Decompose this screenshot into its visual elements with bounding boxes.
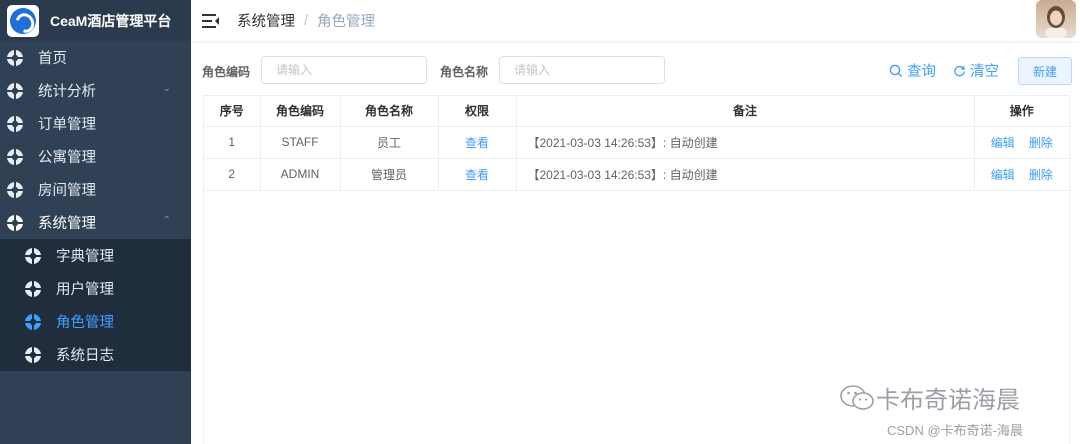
avatar[interactable] (1036, 0, 1076, 38)
sidebar-item-label: 统计分析 (38, 84, 96, 100)
menu-icon (6, 49, 24, 66)
breadcrumb-item[interactable]: 系统管理 (237, 10, 295, 31)
sidebar-item-stats[interactable]: 统计分析 ⌄ (0, 74, 191, 107)
cell-code: ADMIN (260, 158, 341, 191)
menu-icon (24, 280, 42, 297)
sidebar-item-label: 首页 (38, 51, 67, 67)
sidebar: CeaM酒店管理平台 首页 统计分析 ⌄ 订单管理 公寓管理 房间管理 系统管理… (0, 0, 191, 444)
menu-icon (24, 313, 42, 330)
sidebar-item-users[interactable]: 用户管理 (0, 272, 191, 305)
watermark-credit: CSDN @卡布奇诺-海晨 (887, 423, 1023, 438)
cell-permission: 查看 (438, 126, 517, 159)
wechat-icon (840, 384, 874, 410)
brand-title: CeaM酒店管理平台 (50, 12, 172, 29)
cell-note: 【2021-03-03 14:26:53】: 自动创建 (516, 158, 975, 191)
menu-icon (6, 82, 24, 99)
top-navbar: 系统管理 / 角色管理 (191, 0, 1080, 41)
clear-button[interactable]: 清空 (953, 60, 999, 81)
view-permission-link[interactable]: 查看 (465, 168, 489, 182)
cell-index: 1 (204, 126, 261, 159)
sidebar-item-apartments[interactable]: 公寓管理 (0, 140, 191, 173)
sidebar-item-label: 公寓管理 (38, 150, 96, 166)
role-name-input[interactable] (499, 56, 665, 84)
cell-code: STAFF (260, 126, 341, 159)
query-label: 查询 (907, 64, 936, 80)
column-header: 操作 (974, 96, 1069, 127)
sidebar-item-label: 角色管理 (56, 315, 114, 331)
brand-logo (7, 4, 39, 37)
cell-permission: 查看 (438, 158, 517, 191)
menu-icon (6, 181, 24, 198)
submenu-system: 字典管理 用户管理 角色管理 系统日志 (0, 239, 191, 371)
sidebar-item-label: 字典管理 (56, 249, 114, 265)
brand: CeaM酒店管理平台 (0, 0, 191, 41)
cell-name: 员工 (340, 126, 439, 159)
menu-icon (24, 247, 42, 264)
table-header-row: 序号 角色编码 角色名称 权限 备注 操作 (204, 96, 1069, 127)
column-header: 角色名称 (340, 96, 439, 127)
edit-link[interactable]: 编辑 (991, 136, 1015, 150)
column-header: 角色编码 (260, 96, 341, 127)
menu-icon (6, 115, 24, 132)
breadcrumb: 系统管理 / 角色管理 (237, 10, 375, 31)
sidebar-item-roles[interactable]: 角色管理 (0, 305, 191, 338)
sidebar-item-label: 订单管理 (38, 117, 96, 133)
sidebar-item-dictionary[interactable]: 字典管理 (0, 239, 191, 272)
role-code-label: 角色编码 (202, 65, 251, 79)
cell-index: 2 (204, 158, 261, 191)
column-header: 序号 (204, 96, 261, 127)
sidebar-item-label: 系统日志 (56, 348, 114, 364)
breadcrumb-item-current: 角色管理 (317, 14, 376, 30)
sidebar-item-orders[interactable]: 订单管理 (0, 107, 191, 140)
cell-note: 【2021-03-03 14:26:53】: 自动创建 (516, 126, 975, 159)
sidebar-item-syslog[interactable]: 系统日志 (0, 338, 191, 371)
cell-actions: 编辑 删除 (974, 126, 1069, 159)
sidebar-item-label: 系统管理 (38, 216, 96, 232)
cell-actions: 编辑 删除 (974, 158, 1069, 191)
menu-icon (6, 214, 24, 231)
table-row: 2 ADMIN 管理员 查看 【2021-03-03 14:26:53】: 自动… (204, 158, 1069, 191)
query-button[interactable]: 查询 (889, 60, 936, 81)
menu-icon (24, 346, 42, 363)
sidebar-item-label: 房间管理 (38, 183, 96, 199)
role-code-input[interactable] (261, 56, 427, 84)
watermark-text: 卡布奇诺海晨 (876, 387, 1020, 414)
chevron-up-icon: ⌃ (162, 215, 171, 226)
menu-icon (6, 148, 24, 165)
table-row: 1 STAFF 员工 查看 【2021-03-03 14:26:53】: 自动创… (204, 126, 1069, 159)
sidebar-item-label: 用户管理 (56, 282, 114, 298)
search-form: 角色编码 角色名称 查询 清空 新建 (191, 50, 1080, 90)
search-icon (889, 64, 903, 77)
view-permission-link[interactable]: 查看 (465, 136, 489, 150)
watermark: 卡布奇诺海晨 (838, 380, 1020, 415)
delete-link[interactable]: 删除 (1029, 136, 1053, 150)
menu-toggle-icon[interactable] (202, 13, 220, 28)
column-header: 权限 (438, 96, 517, 127)
chevron-down-icon: ⌄ (162, 83, 171, 94)
new-button[interactable]: 新建 (1018, 57, 1072, 85)
sidebar-item-system[interactable]: 系统管理 ⌃ (0, 206, 191, 239)
role-name-label: 角色名称 (440, 65, 489, 79)
delete-link[interactable]: 删除 (1029, 168, 1053, 182)
clear-label: 清空 (970, 64, 999, 80)
breadcrumb-separator: / (304, 12, 309, 29)
edit-link[interactable]: 编辑 (991, 168, 1015, 182)
sidebar-item-home[interactable]: 首页 (0, 41, 191, 74)
refresh-icon (954, 65, 965, 77)
sidebar-item-rooms[interactable]: 房间管理 (0, 173, 191, 206)
cell-name: 管理员 (340, 158, 439, 191)
column-header: 备注 (516, 96, 975, 127)
